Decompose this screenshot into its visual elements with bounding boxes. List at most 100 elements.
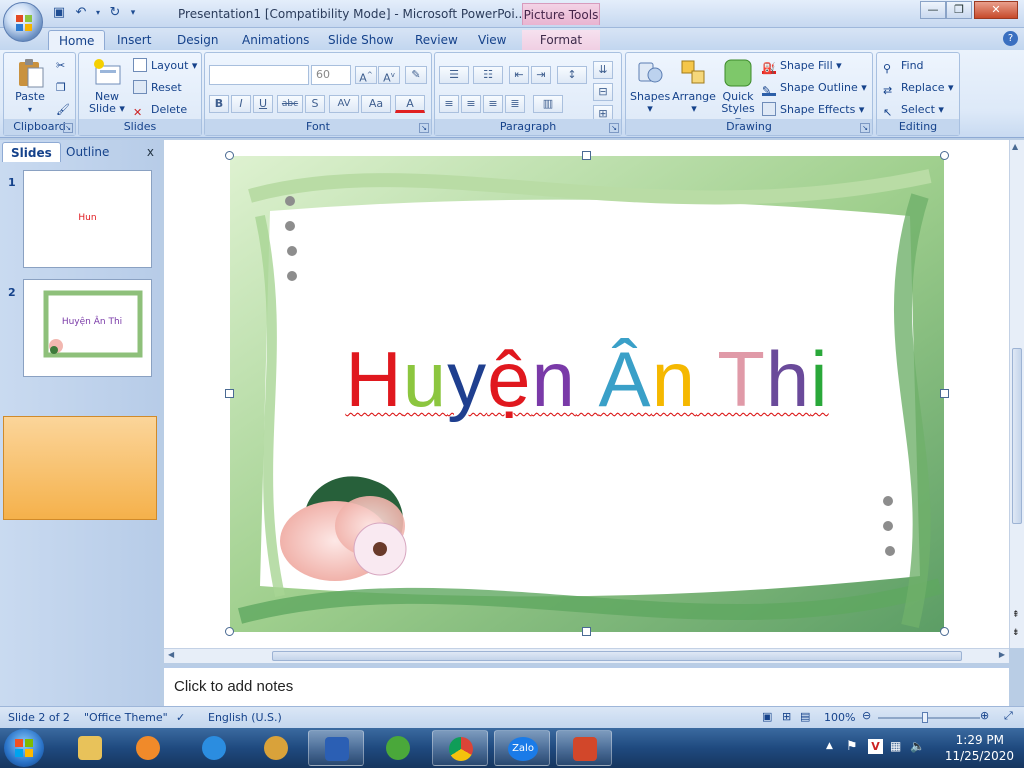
tab-home[interactable]: Home: [48, 30, 106, 50]
tab-format[interactable]: Format: [522, 30, 600, 50]
undo-dropdown-icon[interactable]: ▾: [94, 4, 102, 22]
help-icon[interactable]: ?: [1003, 31, 1018, 46]
spell-check-icon[interactable]: ✓: [176, 711, 185, 724]
normal-view-icon[interactable]: ▣: [762, 710, 772, 723]
taskbar-media-player[interactable]: [120, 730, 176, 766]
shapes-button[interactable]: Shapes ▾: [630, 57, 670, 115]
character-spacing-button[interactable]: AV: [329, 95, 359, 113]
slide-canvas[interactable]: Huyện Ân Thi: [230, 156, 944, 632]
slide-thumbnail-2[interactable]: Huyện Ân Thi: [23, 279, 152, 377]
slide-sorter-icon[interactable]: ⊞: [782, 710, 791, 723]
columns-icon[interactable]: ▥: [533, 95, 563, 113]
clock-time[interactable]: 1:29 PM: [956, 733, 1004, 747]
scroll-thumb[interactable]: [1012, 348, 1022, 524]
font-name-combo[interactable]: [209, 65, 309, 85]
grow-font-icon[interactable]: A^: [355, 66, 377, 85]
shape-outline-button[interactable]: ✎ Shape Outline ▾: [762, 79, 867, 97]
quick-styles-button[interactable]: QuickStyles ▾: [718, 57, 758, 127]
close-panel-icon[interactable]: x: [147, 145, 154, 159]
redo-icon[interactable]: ↻: [106, 4, 124, 22]
taskbar-chrome[interactable]: [432, 730, 488, 766]
vertical-scrollbar[interactable]: ▲ ⇞ ⇟: [1009, 140, 1024, 648]
replace-button[interactable]: ⇄ Replace ▾: [883, 79, 954, 97]
cut-icon[interactable]: ✂: [56, 57, 65, 75]
start-button[interactable]: [4, 729, 44, 767]
clipboard-launcher-icon[interactable]: ↘: [63, 123, 73, 133]
justify-icon[interactable]: ≣: [505, 95, 525, 113]
tab-animations[interactable]: Animations: [232, 30, 319, 50]
strikethrough-button[interactable]: abc: [277, 95, 303, 113]
resize-handle-l[interactable]: [225, 389, 234, 398]
copy-icon[interactable]: ❐: [56, 79, 66, 97]
scroll-left-icon[interactable]: ◀: [168, 650, 174, 659]
network-icon[interactable]: ▦: [890, 739, 901, 753]
shape-effects-button[interactable]: Shape Effects ▾: [762, 101, 864, 119]
format-painter-icon[interactable]: 🖌: [56, 101, 70, 119]
numbering-icon[interactable]: ☷: [473, 66, 503, 84]
font-launcher-icon[interactable]: ↘: [419, 123, 429, 133]
notes-pane[interactable]: Click to add notes: [164, 666, 1009, 706]
language-indicator[interactable]: English (U.S.): [208, 711, 282, 724]
show-hidden-icons-icon[interactable]: ▲: [826, 741, 833, 751]
resize-handle-tr[interactable]: [940, 151, 949, 160]
font-color-button[interactable]: A: [395, 95, 425, 113]
zoom-slider-thumb[interactable]: [922, 712, 928, 723]
bold-button[interactable]: B: [209, 95, 229, 113]
line-spacing-icon[interactable]: ↕: [557, 66, 587, 84]
taskbar-explorer[interactable]: [62, 730, 118, 766]
action-center-flag-icon[interactable]: ⚑: [846, 739, 858, 754]
resize-handle-br[interactable]: [940, 627, 949, 636]
font-size-combo[interactable]: 60: [311, 65, 351, 85]
scroll-right-icon[interactable]: ▶: [999, 650, 1005, 659]
tab-slide-show[interactable]: Slide Show: [318, 30, 403, 50]
paragraph-launcher-icon[interactable]: ↘: [609, 123, 619, 133]
resize-handle-b[interactable]: [582, 627, 591, 636]
underline-button[interactable]: U: [253, 95, 273, 113]
layout-button[interactable]: Layout ▾: [133, 57, 197, 75]
scroll-up-icon[interactable]: ▲: [1012, 142, 1018, 151]
slide-show-icon[interactable]: ▤: [800, 710, 810, 723]
taskbar-word[interactable]: [308, 730, 364, 766]
zoom-out-icon[interactable]: ⊖: [862, 709, 871, 722]
volume-icon[interactable]: 🔈: [910, 739, 925, 753]
bullets-icon[interactable]: ☰: [439, 66, 469, 84]
horizontal-scrollbar[interactable]: ◀ ▶: [164, 648, 1009, 663]
tab-outline[interactable]: Outline: [58, 142, 117, 162]
save-icon[interactable]: ▣: [50, 4, 68, 22]
tab-view[interactable]: View: [468, 30, 516, 50]
zoom-slider[interactable]: [878, 712, 980, 723]
fit-to-window-icon[interactable]: ⤢: [1004, 709, 1013, 723]
tab-review[interactable]: Review: [405, 30, 468, 50]
taskbar-app-6[interactable]: [370, 730, 426, 766]
antivirus-icon[interactable]: V: [868, 739, 883, 754]
shrink-font-icon[interactable]: Av: [378, 66, 400, 85]
align-left-icon[interactable]: ≡: [439, 95, 459, 113]
minimize-button[interactable]: —: [920, 1, 946, 19]
align-center-icon[interactable]: ≡: [461, 95, 481, 113]
new-slide-button[interactable]: New Slide ▾: [85, 57, 129, 115]
clear-formatting-icon[interactable]: ✎: [405, 66, 427, 84]
drawing-launcher-icon[interactable]: ↘: [860, 123, 870, 133]
arrange-button[interactable]: Arrange ▾: [672, 57, 716, 115]
paste-button[interactable]: Paste ▾: [8, 57, 52, 116]
undo-icon[interactable]: ↶: [72, 4, 90, 22]
hscroll-thumb[interactable]: [272, 651, 962, 661]
tab-design[interactable]: Design: [167, 30, 228, 50]
slide-title-text[interactable]: Huyện Ân Thi: [230, 334, 944, 424]
delete-button[interactable]: ✕ Delete: [133, 101, 187, 119]
tab-insert[interactable]: Insert: [107, 30, 161, 50]
resize-handle-t[interactable]: [582, 151, 591, 160]
taskbar-powerpoint[interactable]: [556, 730, 612, 766]
office-button[interactable]: [3, 2, 43, 42]
taskbar-internet-explorer[interactable]: [186, 730, 242, 766]
align-right-icon[interactable]: ≡: [483, 95, 503, 113]
italic-button[interactable]: I: [231, 95, 251, 113]
resize-handle-tl[interactable]: [225, 151, 234, 160]
taskbar-zalo[interactable]: Zalo: [494, 730, 550, 766]
zoom-in-icon[interactable]: ⊕: [980, 709, 989, 722]
taskbar-app-4[interactable]: [248, 730, 304, 766]
text-direction-icon[interactable]: ⇊: [593, 61, 613, 79]
shape-fill-button[interactable]: ⛽ Shape Fill ▾: [762, 57, 842, 75]
select-button[interactable]: ↖ Select ▾: [883, 101, 944, 119]
zoom-level[interactable]: 100%: [824, 711, 855, 724]
